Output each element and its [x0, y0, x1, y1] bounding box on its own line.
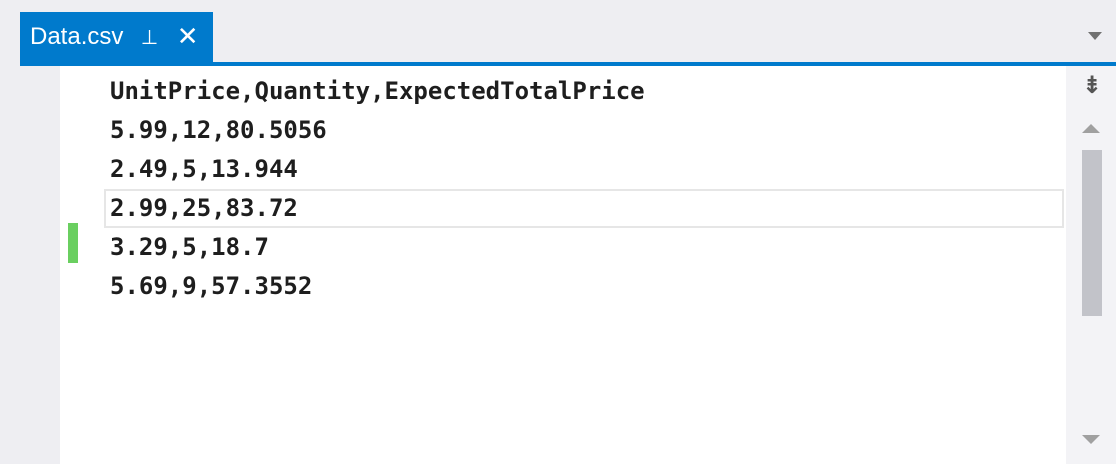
code-area[interactable]: UnitPrice,Quantity,ExpectedTotalPrice 5.…: [104, 72, 1064, 306]
tab-data-csv[interactable]: Data.csv ⊣ ✕: [20, 12, 213, 62]
close-icon[interactable]: ✕: [177, 24, 199, 50]
scrollbar-thumb[interactable]: [1082, 150, 1102, 316]
tab-title: Data.csv: [30, 23, 124, 50]
pin-icon[interactable]: ⊣: [138, 28, 162, 45]
text-editor[interactable]: UnitPrice,Quantity,ExpectedTotalPrice 5.…: [20, 66, 1116, 464]
code-line-1[interactable]: UnitPrice,Quantity,ExpectedTotalPrice: [110, 72, 1064, 111]
code-line-4-current[interactable]: 2.99,25,83.72: [104, 189, 1064, 228]
scroll-down-icon[interactable]: [1082, 435, 1100, 444]
editor-margin: [20, 66, 60, 464]
chevron-down-icon[interactable]: [1088, 32, 1102, 40]
code-line-2[interactable]: 5.99,12,80.5056: [110, 111, 1064, 150]
split-icon[interactable]: ⇟: [1080, 72, 1104, 98]
vertical-scrollbar[interactable]: ⇟: [1066, 66, 1116, 464]
scroll-up-icon[interactable]: [1082, 124, 1100, 133]
code-line-6[interactable]: 5.69,9,57.3552: [110, 267, 1064, 306]
code-line-5[interactable]: 3.29,5,18.7: [110, 228, 1064, 267]
code-line-3[interactable]: 2.49,5,13.944: [110, 150, 1064, 189]
change-marker: [68, 223, 78, 263]
tab-bar: Data.csv ⊣ ✕: [20, 12, 1116, 62]
